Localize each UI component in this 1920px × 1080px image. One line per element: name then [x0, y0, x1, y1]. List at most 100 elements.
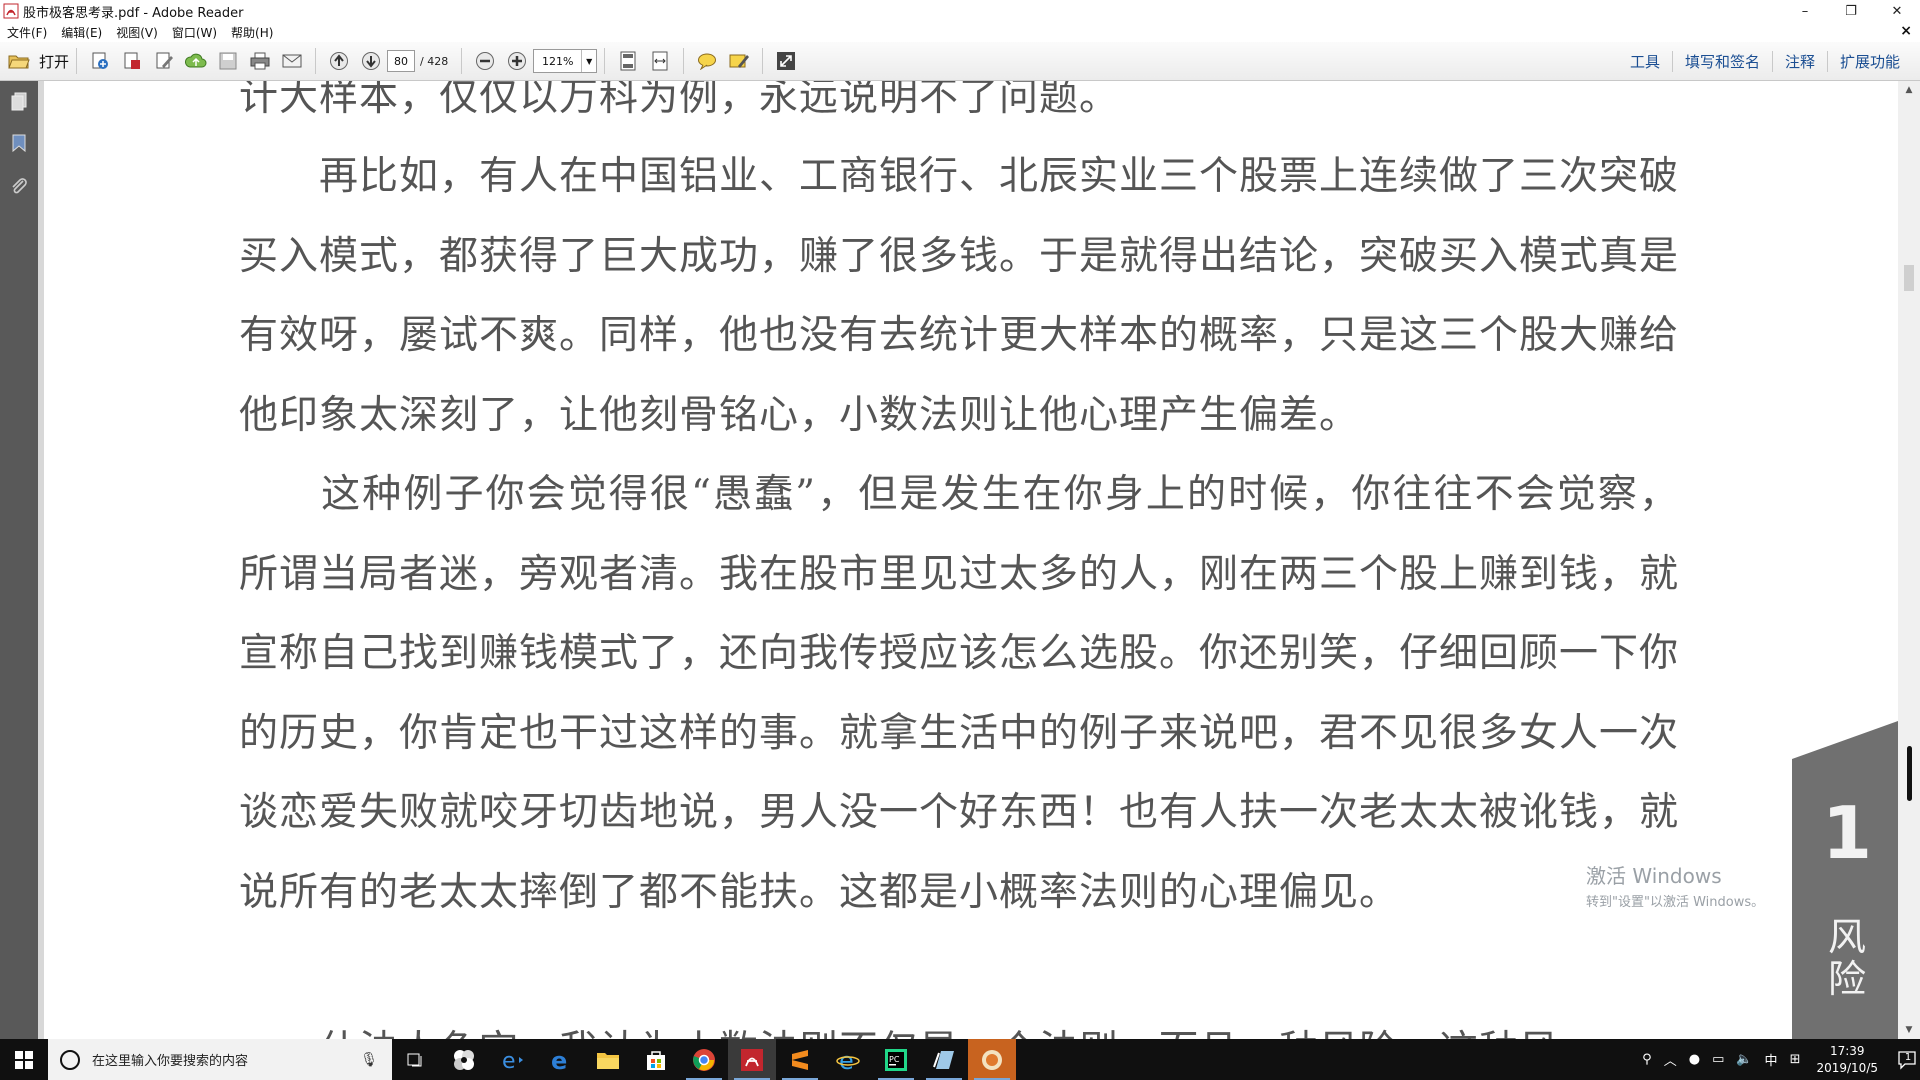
bookmarks-icon[interactable] — [9, 133, 29, 153]
ime-indicator[interactable]: 中 — [1765, 1050, 1778, 1069]
close-document-button[interactable]: × — [1900, 23, 1912, 39]
navigation-pane — [0, 81, 38, 1039]
taskbar-app-chrome[interactable] — [680, 1039, 728, 1080]
upload-cloud-button[interactable] — [183, 48, 209, 74]
edit-pdf-button[interactable] — [151, 48, 177, 74]
previous-page-button[interactable] — [326, 48, 352, 74]
task-view-button[interactable] — [392, 1039, 440, 1080]
pycharm-icon: PC — [885, 1048, 907, 1071]
show-hidden-icons-icon[interactable]: ︿ — [1664, 1050, 1677, 1069]
taskbar-app-store[interactable] — [632, 1039, 680, 1080]
comment-link[interactable]: 注释 — [1773, 50, 1828, 72]
page-number-input[interactable]: 80 — [387, 50, 416, 72]
toolbar-separator — [604, 48, 606, 74]
taskbar-app-ie[interactable]: e — [824, 1039, 872, 1080]
export-pdf-button[interactable] — [119, 48, 145, 74]
volume-icon[interactable]: 🔈 — [1736, 1052, 1752, 1067]
activation-watermark: 激活 Windows 转到"设置"以激活 Windows。 — [1586, 860, 1764, 910]
network-icon[interactable]: ▭ — [1712, 1052, 1724, 1067]
clock-date: 2019/10/5 — [1816, 1060, 1878, 1075]
menu-view[interactable]: 视图(V) — [109, 24, 165, 41]
paragraph-1: 计大样本，仅仅以万科为例，永远说明不了问题。 — [239, 81, 1120, 120]
zoom-out-button[interactable] — [472, 48, 498, 74]
start-button[interactable] — [0, 1039, 48, 1080]
taskbar-app-orange[interactable] — [968, 1039, 1016, 1080]
taskbar-app-adobe-reader[interactable] — [728, 1039, 776, 1080]
minus-circle-icon — [476, 52, 495, 70]
full-screen-button[interactable] — [773, 48, 799, 74]
svg-text:PC: PC — [889, 1055, 900, 1064]
microphone-icon[interactable]: 🎙 — [360, 1052, 378, 1068]
highlighter-icon — [729, 54, 750, 68]
export-pdf-icon — [124, 52, 141, 69]
email-button[interactable] — [279, 48, 305, 74]
open-button[interactable]: 打开 — [8, 51, 69, 72]
menu-edit[interactable]: 编辑(E) — [54, 24, 109, 41]
create-pdf-button[interactable] — [87, 48, 113, 74]
print-button[interactable] — [247, 48, 273, 74]
menu-window[interactable]: 窗口(W) — [165, 24, 224, 41]
vertical-scrollbar[interactable]: ▲ ▼ — [1898, 81, 1920, 1039]
close-button[interactable]: ✕ — [1874, 0, 1920, 22]
save-icon — [219, 52, 237, 70]
taskbar-search[interactable]: 在这里输入你要搜索的内容 🎙 — [48, 1039, 392, 1080]
notes-icon — [933, 1050, 954, 1069]
comment-button[interactable] — [694, 48, 720, 74]
adobe-reader-icon — [741, 1048, 763, 1071]
attachments-icon[interactable] — [9, 177, 29, 197]
taskbar-app-ie-pinned[interactable]: e — [488, 1039, 536, 1080]
restore-button[interactable]: ❐ — [1828, 0, 1874, 22]
paragraph-4: 什法人色空，我认为小数法则不仅是一个法则，而且一种风险，这种风 — [239, 1011, 1679, 1039]
action-center-button[interactable]: 1 — [1888, 1039, 1920, 1080]
taskbar-app-sublime[interactable] — [776, 1039, 824, 1080]
people-icon[interactable]: ⚲ — [1642, 1052, 1652, 1067]
fill-sign-link[interactable]: 填写和签名 — [1673, 50, 1773, 72]
envelope-icon — [282, 54, 302, 68]
arrow-up-circle-icon — [330, 52, 349, 70]
toolbar-separator — [683, 48, 685, 74]
watermark-subtitle: 转到"设置"以激活 Windows。 — [1586, 895, 1765, 910]
chevron-down-icon[interactable]: ▼ — [581, 50, 596, 72]
highlight-button[interactable] — [726, 48, 752, 74]
save-button[interactable] — [215, 48, 241, 74]
internet-explorer-icon: e — [836, 1048, 860, 1072]
svg-text:e: e — [551, 1048, 567, 1072]
tools-link[interactable]: 工具 — [1618, 50, 1673, 72]
plus-circle-icon — [508, 52, 527, 70]
taskbar-app-explorer[interactable] — [584, 1039, 632, 1080]
fit-page-button[interactable] — [615, 48, 641, 74]
store-icon — [647, 1050, 665, 1070]
cortana-icon — [60, 1049, 80, 1070]
paragraph-2: 再比如，有人在中国铝业、工商银行、北辰实业三个股票上连续做了三次突破买入模式，都… — [239, 154, 1680, 438]
expand-icon — [777, 52, 796, 70]
extended-features-link[interactable]: 扩展功能 — [1828, 51, 1912, 72]
chrome-icon — [693, 1048, 715, 1071]
taskbar-app-swirl[interactable] — [440, 1039, 488, 1080]
scroll-thumb[interactable] — [1907, 746, 1912, 801]
scroll-thumb-secondary[interactable] — [1904, 265, 1914, 291]
task-view-icon — [407, 1053, 422, 1066]
clock[interactable]: 17:39 2019/10/5 — [1816, 1043, 1878, 1077]
toolbar-separator — [762, 48, 764, 74]
menu-file[interactable]: 文件(F) — [0, 24, 54, 41]
zoom-select[interactable]: 121% ▼ — [533, 49, 598, 73]
zoom-in-button[interactable] — [504, 48, 530, 74]
keyboard-layout-icon[interactable]: ⊞ — [1790, 1052, 1801, 1067]
scroll-up-arrow[interactable]: ▲ — [1898, 81, 1920, 99]
tray-app-icon[interactable]: ● — [1689, 1052, 1700, 1067]
chapter-number: 1 — [1822, 791, 1873, 875]
edge-icon: e — [551, 1048, 567, 1072]
next-page-button[interactable] — [358, 48, 384, 74]
app-avatar-icon — [982, 1049, 1002, 1070]
code-editor-icon — [792, 1049, 808, 1070]
taskbar: 在这里输入你要搜索的内容 🎙 e e e PC ⚲ ︿ ● ▭ 🔈 中 ⊞ 17… — [0, 1039, 1920, 1080]
taskbar-app-pycharm[interactable]: PC — [872, 1039, 920, 1080]
scroll-down-arrow[interactable]: ▼ — [1898, 1021, 1920, 1039]
swirl-app-icon — [454, 1049, 474, 1070]
fit-width-button[interactable] — [647, 48, 673, 74]
taskbar-app-edge[interactable]: e — [536, 1039, 584, 1080]
menu-help[interactable]: 帮助(H) — [224, 24, 280, 41]
minimize-button[interactable]: – — [1782, 0, 1828, 22]
page-thumbnails-icon[interactable] — [9, 91, 29, 111]
taskbar-app-notes[interactable] — [920, 1039, 968, 1080]
